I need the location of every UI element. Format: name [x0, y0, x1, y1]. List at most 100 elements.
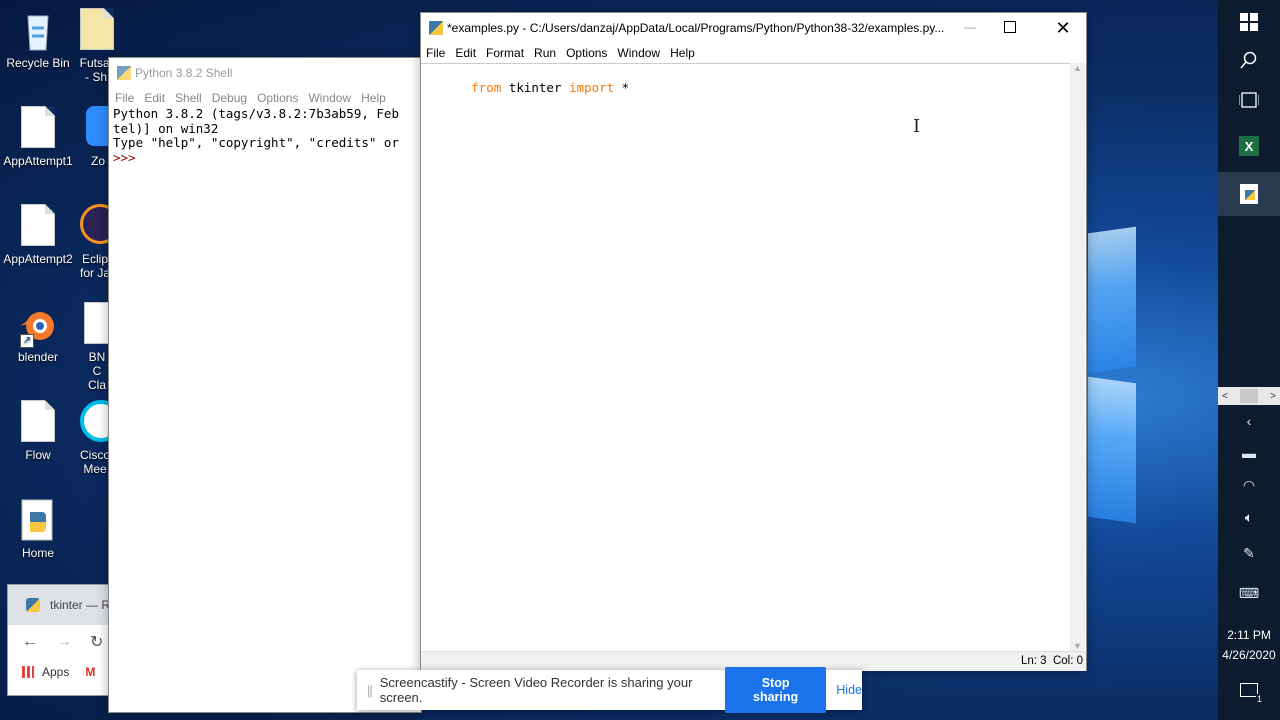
shell-menu-file[interactable]: File: [115, 91, 134, 105]
shell-output[interactable]: Python 3.8.2 (tags/v3.8.2:7b3ab59, Feb t…: [113, 107, 421, 165]
desktop-icon-bn[interactable]: BN C Cla: [84, 302, 110, 392]
shell-line: tel)] on win32: [113, 120, 219, 136]
reload-icon[interactable]: ↻: [90, 632, 103, 652]
scroll-down-icon[interactable]: ▼: [1070, 641, 1085, 651]
editor-menu-format[interactable]: Format: [486, 46, 524, 60]
desktop-icon-label: Recycle Bin: [6, 56, 70, 70]
editor-window[interactable]: *examples.py - C:/Users/danzaj/AppData/L…: [421, 13, 1086, 671]
shell-menubar: File Edit Shell Debug Options Window Hel…: [109, 88, 421, 108]
scroll-right-icon[interactable]: >: [1270, 391, 1280, 402]
drag-handle-icon[interactable]: ||: [367, 683, 373, 698]
python-shell-window[interactable]: Python 3.8.2 Shell File Edit Shell Debug…: [109, 58, 421, 712]
editor-titlebar[interactable]: *examples.py - C:/Users/danzaj/AppData/L…: [421, 13, 1086, 43]
keyboard-icon[interactable]: ⌨︎: [1218, 578, 1280, 608]
back-arrow-icon[interactable]: ←: [22, 633, 38, 651]
desktop-icon-label: for Ja: [80, 266, 110, 280]
editor-menu-help[interactable]: Help: [670, 46, 695, 60]
windows-logo-wallpaper: [1088, 200, 1148, 540]
task-view-icon[interactable]: [1218, 78, 1280, 122]
cursor-position-status: Ln: 3 Col: 0: [1020, 655, 1083, 667]
editor-menu-run[interactable]: Run: [534, 46, 556, 60]
scroll-thumb[interactable]: [1240, 389, 1258, 403]
clock-date[interactable]: 4/26/2020: [1218, 648, 1280, 662]
excel-icon[interactable]: X: [1218, 124, 1280, 168]
shell-menu-debug[interactable]: Debug: [212, 91, 247, 105]
python-idle-icon: [117, 66, 131, 80]
gmail-icon[interactable]: M: [85, 665, 95, 679]
desktop-icon-blender[interactable]: ↗ blender: [0, 302, 76, 364]
desktop-icon-recycle-bin[interactable]: Recycle Bin: [0, 8, 76, 70]
bookmark-apps[interactable]: Apps: [42, 665, 69, 679]
editor-text-area[interactable]: from tkinter import * I: [421, 63, 1071, 652]
shell-line: Python 3.8.2 (tags/v3.8.2:7b3ab59, Feb: [113, 107, 399, 121]
document-icon: [84, 302, 110, 344]
taskbar: X < > ‹ ▬ ◠ 🔈︎ ✎ ⌨︎ 2:11 PM 4/26/2020 1: [1218, 0, 1280, 720]
python-idle-taskbar-icon[interactable]: [1218, 172, 1280, 216]
eclipse-icon: [80, 204, 110, 244]
code-star: *: [614, 79, 630, 95]
close-button[interactable]: ✕: [1051, 13, 1075, 43]
desktop-icon-label: Eclip: [81, 252, 108, 266]
stop-sharing-button[interactable]: Stop sharing: [724, 667, 827, 713]
desktop-icon-label: Flow: [25, 448, 51, 462]
scroll-up-icon[interactable]: ▲: [1070, 63, 1085, 73]
desktop-icon-label: Cisco: [80, 448, 110, 462]
desktop-icon-flow[interactable]: Flow: [0, 400, 76, 462]
desktop-icon-appattempt1[interactable]: AppAttempt1: [0, 106, 76, 168]
desktop-icon-label: Mee: [83, 462, 107, 476]
desktop-icon-label: AppAttempt1: [3, 154, 73, 168]
clock-time[interactable]: 2:11 PM: [1218, 628, 1280, 642]
editor-menu-window[interactable]: Window: [617, 46, 660, 60]
apps-grid-icon: [22, 666, 34, 678]
shell-titlebar[interactable]: Python 3.8.2 Shell: [109, 58, 421, 88]
editor-title: *examples.py - C:/Users/danzaj/AppData/L…: [447, 21, 945, 35]
browser-tab-title: tkinter — R: [50, 598, 111, 612]
desktop-icon-label: AppAttempt2: [3, 252, 73, 266]
search-icon[interactable]: [1218, 38, 1280, 82]
editor-menu-edit[interactable]: Edit: [455, 46, 476, 60]
network-wifi-icon[interactable]: ◠: [1218, 470, 1280, 500]
action-center-icon[interactable]: 1: [1240, 683, 1263, 704]
shell-line: Type "help", "copyright", "credits" or: [113, 135, 399, 150]
python-file-icon: [18, 498, 58, 542]
editor-scrollbar[interactable]: ▲ ▼: [1070, 63, 1085, 651]
scroll-left-icon[interactable]: <: [1218, 391, 1228, 402]
document-icon: [80, 8, 114, 50]
shell-title: Python 3.8.2 Shell: [135, 66, 233, 80]
desktop-icon-appattempt2[interactable]: AppAttempt2: [0, 204, 76, 266]
python-favicon-icon: [26, 598, 40, 612]
desktop-icon-label: Zo: [90, 154, 105, 168]
desktop-icon-home[interactable]: Home: [0, 498, 76, 560]
shell-menu-shell[interactable]: Shell: [175, 91, 202, 105]
shell-menu-options[interactable]: Options: [257, 91, 298, 105]
zoom-icon: [86, 106, 110, 146]
hide-button[interactable]: Hide: [836, 683, 862, 697]
desktop-icon-eclipse[interactable]: Eclip for Ja: [80, 204, 110, 280]
text-cursor-ibeam-icon: I: [913, 116, 921, 137]
device-tray-icon[interactable]: ▬: [1218, 438, 1280, 468]
desktop-icon-zoom[interactable]: Zo: [86, 106, 110, 168]
document-icon: [21, 400, 55, 442]
code-module: tkinter: [501, 79, 569, 95]
keyword-import: import: [569, 79, 615, 95]
volume-icon[interactable]: 🔈︎: [1218, 502, 1280, 532]
shell-menu-edit[interactable]: Edit: [144, 91, 165, 105]
keyword-from: from: [471, 79, 502, 95]
pen-icon[interactable]: ✎: [1218, 538, 1280, 568]
forward-arrow-icon[interactable]: →: [56, 633, 72, 651]
document-icon: [21, 106, 55, 148]
blender-icon: ↗: [18, 302, 58, 348]
desktop-icon-cisco[interactable]: Cisco Mee: [80, 400, 110, 476]
screencastify-sharing-bar: || Screencastify - Screen Video Recorder…: [357, 667, 862, 713]
editor-menu-options[interactable]: Options: [566, 46, 607, 60]
taskbar-scroll[interactable]: < >: [1218, 387, 1280, 405]
shell-menu-help[interactable]: Help: [361, 91, 386, 105]
minimize-button[interactable]: —: [958, 13, 982, 43]
recycle-bin-icon: [18, 8, 58, 52]
cisco-webex-icon: [80, 400, 110, 442]
document-icon: [21, 204, 55, 246]
maximize-button[interactable]: [1004, 21, 1016, 33]
shell-menu-window[interactable]: Window: [308, 91, 351, 105]
editor-menu-file[interactable]: File: [426, 46, 445, 60]
show-hidden-icons-chevron-icon[interactable]: ‹: [1218, 406, 1280, 436]
